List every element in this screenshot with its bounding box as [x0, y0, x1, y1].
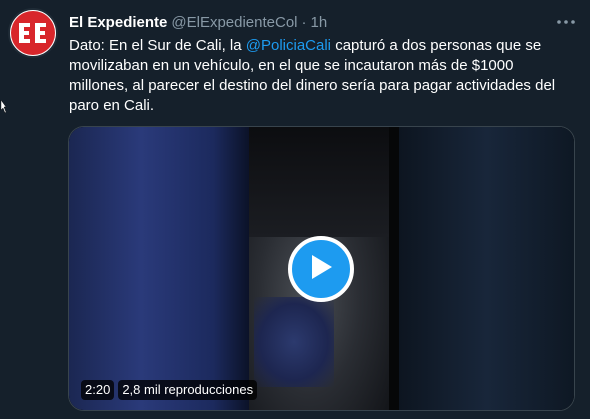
- author-name[interactable]: El Expediente: [69, 14, 167, 31]
- video-divider: [389, 127, 399, 410]
- play-icon: [308, 253, 334, 286]
- tweet-time[interactable]: 1h: [311, 14, 328, 31]
- video-right-panel: [399, 127, 574, 410]
- video-duration: 2:20: [81, 380, 115, 400]
- mouse-cursor-icon: [0, 99, 7, 114]
- avatar[interactable]: [8, 8, 58, 58]
- video-center-shadow: [249, 127, 399, 237]
- mention-link[interactable]: @PoliciaCali: [246, 37, 331, 54]
- video-view-count: 2,8 mil reproducciones: [118, 380, 258, 400]
- tweet-page: El Expediente @ElExpedienteCol · 1h Dato…: [0, 0, 590, 419]
- video-blue-object: [254, 297, 334, 387]
- play-button[interactable]: [288, 236, 354, 302]
- tweet-text-before: Dato: En el Sur de Cali, la: [69, 37, 246, 54]
- header-separator: ·: [301, 13, 307, 31]
- tweet-text: Dato: En el Sur de Cali, la @PoliciaCali…: [69, 36, 569, 116]
- video-overlay-badges: 2:20 2,8 mil reproducciones: [81, 380, 258, 400]
- tweet-header: El Expediente @ElExpedienteCol · 1h: [69, 12, 580, 32]
- video-left-panel: [69, 127, 249, 410]
- author-handle[interactable]: @ElExpedienteCol: [171, 14, 297, 31]
- more-options-icon[interactable]: [554, 10, 578, 34]
- video-player[interactable]: 2:20 2,8 mil reproducciones: [68, 126, 575, 411]
- avatar-logo-icon: [11, 11, 55, 55]
